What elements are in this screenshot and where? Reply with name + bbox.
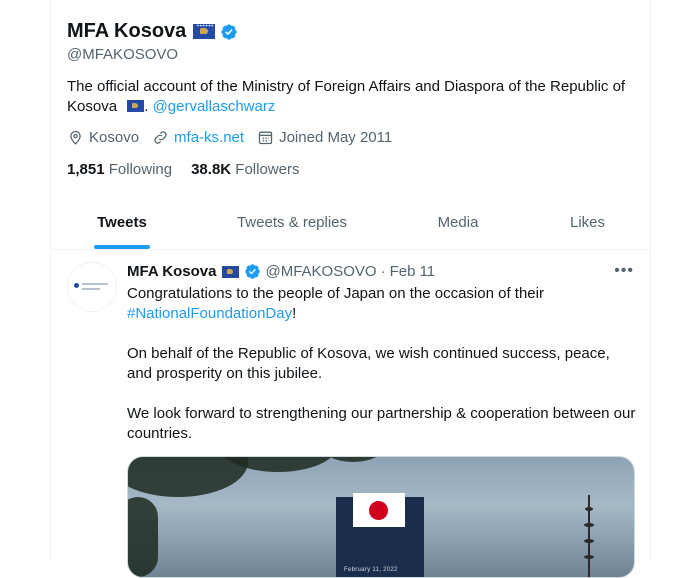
- tweet-date[interactable]: Feb 11: [390, 263, 436, 280]
- followers-link[interactable]: 38.8K Followers: [191, 161, 299, 178]
- tab-tweets-replies[interactable]: Tweets & replies: [193, 196, 391, 249]
- avatar-text-line: [82, 283, 108, 285]
- following-label: Following: [108, 161, 173, 178]
- tab-tweets-label: Tweets: [97, 214, 147, 231]
- hashtag-link[interactable]: #NationalFoundationDay: [127, 305, 292, 322]
- tweet[interactable]: MFA Kosova @MFAKOSOVO · Feb 11 ••• Congr…: [51, 250, 650, 578]
- media-caption: February 11, 2022: [344, 567, 398, 573]
- bio-suffix: .: [144, 98, 149, 115]
- joined-item: Joined May 2011: [257, 129, 392, 146]
- verified-badge-icon: [245, 264, 261, 279]
- location-pin-icon: [70, 130, 81, 145]
- tweet-line-1: Congratulations to the people of Japan o…: [127, 285, 544, 302]
- tweet-author-handle[interactable]: @MFAKOSOVO: [265, 263, 376, 280]
- tab-tweets[interactable]: Tweets: [51, 196, 193, 249]
- kosovo-flag-icon: [127, 100, 145, 112]
- following-link[interactable]: 1,851 Following: [67, 161, 172, 178]
- avatar-text-line: [82, 288, 100, 290]
- tweet-paragraph-2: On behalf of the Republic of Kosova, we …: [127, 345, 610, 382]
- japan-flag-sun: [369, 501, 388, 520]
- location-text: Kosovo: [89, 129, 140, 146]
- calendar-icon: [258, 131, 273, 145]
- bio-text: The official account of the Ministry of …: [67, 78, 626, 115]
- profile-meta: Kosovo mfa-ks.net Joined May 2011: [67, 129, 405, 146]
- profile-name: MFA Kosova: [67, 20, 187, 42]
- joined-text: Joined May 2011: [279, 129, 393, 146]
- more-options-icon[interactable]: •••: [614, 262, 634, 280]
- profile-handle: @MFAKOSOVO: [67, 46, 179, 63]
- tweet-media-image[interactable]: February 11, 2022: [127, 456, 635, 578]
- tab-likes[interactable]: Likes: [525, 196, 650, 249]
- link-icon: [154, 131, 167, 144]
- kosovo-flag-icon: ✦✦✦✦✦✦: [193, 24, 216, 39]
- profile-column: MFA Kosova ✦✦✦✦✦✦ @MFAKOSOVO The officia…: [50, 0, 651, 578]
- tab-media-label: Media: [437, 214, 479, 231]
- tab-active-indicator: [94, 245, 150, 249]
- tab-tweets-replies-label: Tweets & replies: [236, 214, 348, 231]
- website-link[interactable]: mfa-ks.net: [174, 129, 244, 146]
- tweet-author-name[interactable]: MFA Kosova: [127, 263, 216, 280]
- avatar[interactable]: [67, 262, 117, 312]
- location-item: Kosovo: [67, 129, 139, 146]
- tower-shape: [584, 495, 594, 577]
- followers-count: 38.8K: [191, 161, 232, 178]
- avatar-emblem: [74, 283, 79, 288]
- tree-foliage: [128, 457, 248, 497]
- kosovo-flag-icon: [222, 265, 240, 278]
- follow-stats: 1,851 Following 38.8K Followers: [67, 161, 318, 178]
- tab-likes-label: Likes: [569, 214, 606, 231]
- tweet-separator: ·: [380, 263, 386, 280]
- verified-badge-icon[interactable]: [220, 23, 238, 41]
- tab-media[interactable]: Media: [391, 196, 525, 249]
- sign-board: February 11, 2022: [336, 493, 424, 577]
- japan-flag-icon: [353, 493, 405, 527]
- following-count: 1,851: [67, 161, 105, 178]
- tweet-header: MFA Kosova @MFAKOSOVO · Feb 11: [127, 263, 435, 280]
- profile-name-row: MFA Kosova ✦✦✦✦✦✦: [67, 20, 238, 43]
- tweet-paragraph-1: Congratulations to the people of Japan o…: [127, 284, 637, 324]
- bio-mention-link[interactable]: @gervallaschwarz: [153, 98, 276, 115]
- profile-tabs: Tweets Tweets & replies Media Likes: [51, 196, 650, 250]
- hashtag-suffix: !: [292, 305, 297, 322]
- tweet-paragraph-3: We look forward to strengthening our par…: [127, 405, 636, 442]
- website-item: mfa-ks.net: [152, 129, 244, 146]
- tree-trunk: [128, 497, 158, 577]
- tweet-text: Congratulations to the people of Japan o…: [127, 284, 637, 464]
- profile-bio: The official account of the Ministry of …: [67, 77, 632, 117]
- followers-label: Followers: [235, 161, 300, 178]
